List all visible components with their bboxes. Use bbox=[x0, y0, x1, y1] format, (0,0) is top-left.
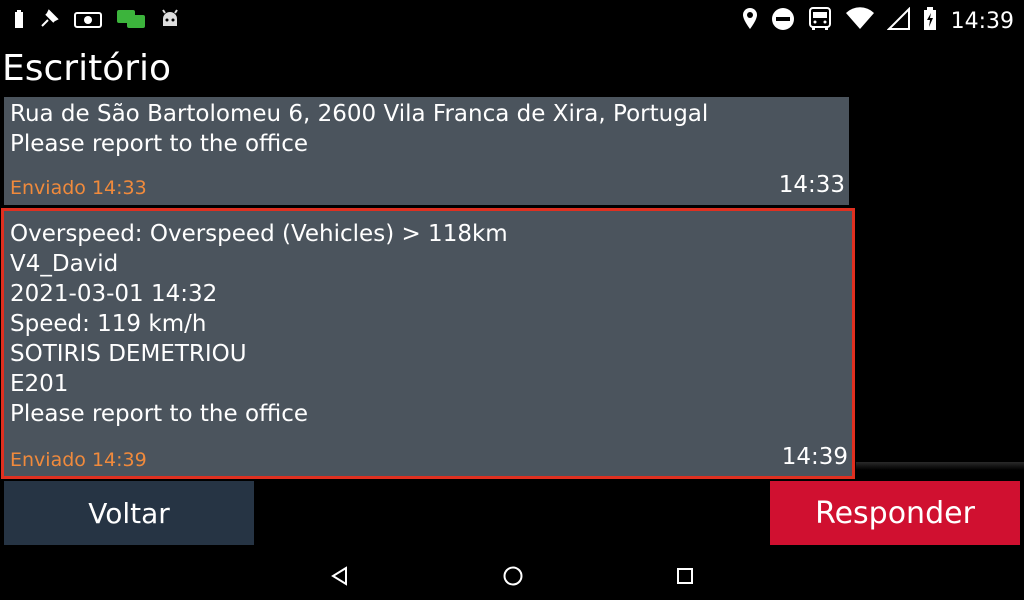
message-line: SOTIRIS DEMETRIOU bbox=[10, 341, 247, 367]
message-time: 14:33 bbox=[778, 172, 845, 198]
message-item[interactable]: Rua de São Bartolomeu 6, 2600 Vila Franc… bbox=[4, 97, 849, 205]
bus-icon bbox=[807, 6, 833, 36]
message-line: Please report to the office bbox=[10, 401, 309, 427]
pin-icon bbox=[38, 8, 60, 34]
wifi-icon bbox=[845, 7, 875, 35]
back-triangle-icon[interactable] bbox=[326, 562, 354, 590]
message-time: 14:39 bbox=[781, 444, 848, 470]
message-line: Overspeed: Overspeed (Vehicles) > 118km bbox=[10, 221, 508, 247]
message-line: E201 bbox=[10, 371, 69, 397]
navigation-bar bbox=[0, 550, 1024, 600]
back-button[interactable]: Voltar bbox=[4, 481, 254, 545]
message-sent-label: Enviado 14:39 bbox=[10, 449, 147, 471]
message-body: Overspeed: Overspeed (Vehicles) > 118km … bbox=[10, 213, 846, 429]
message-item-selected[interactable]: Overspeed: Overspeed (Vehicles) > 118km … bbox=[1, 208, 855, 479]
camera-toggle-icon bbox=[74, 9, 102, 33]
message-sent-label: Enviado 14:33 bbox=[10, 177, 147, 199]
message-line: Rua de São Bartolomeu 6, 2600 Vila Franc… bbox=[10, 101, 709, 127]
status-bar: 14:39 bbox=[0, 0, 1024, 38]
page-title: Escritório bbox=[2, 48, 172, 89]
battery-charging-icon bbox=[923, 6, 937, 36]
status-bar-right: 14:39 bbox=[741, 6, 1014, 36]
chat-icon bbox=[116, 8, 146, 34]
reply-button[interactable]: Responder bbox=[770, 481, 1020, 545]
do-not-disturb-icon bbox=[771, 7, 795, 35]
message-line: Please report to the office bbox=[10, 131, 309, 157]
status-time: 14:39 bbox=[950, 8, 1014, 34]
message-line: Speed: 119 km/h bbox=[10, 311, 207, 337]
signal-icon bbox=[886, 6, 911, 35]
list-divider-shadow bbox=[856, 462, 1024, 470]
message-line: V4_David bbox=[10, 251, 119, 277]
home-circle-icon[interactable] bbox=[499, 562, 527, 590]
status-bar-left bbox=[14, 8, 180, 34]
android-icon bbox=[160, 9, 180, 33]
battery-small-icon bbox=[14, 9, 24, 33]
recents-square-icon[interactable] bbox=[671, 562, 699, 590]
message-line: 2021-03-01 14:32 bbox=[10, 281, 218, 307]
location-icon bbox=[741, 7, 759, 35]
message-body: Rua de São Bartolomeu 6, 2600 Vila Franc… bbox=[10, 99, 843, 159]
